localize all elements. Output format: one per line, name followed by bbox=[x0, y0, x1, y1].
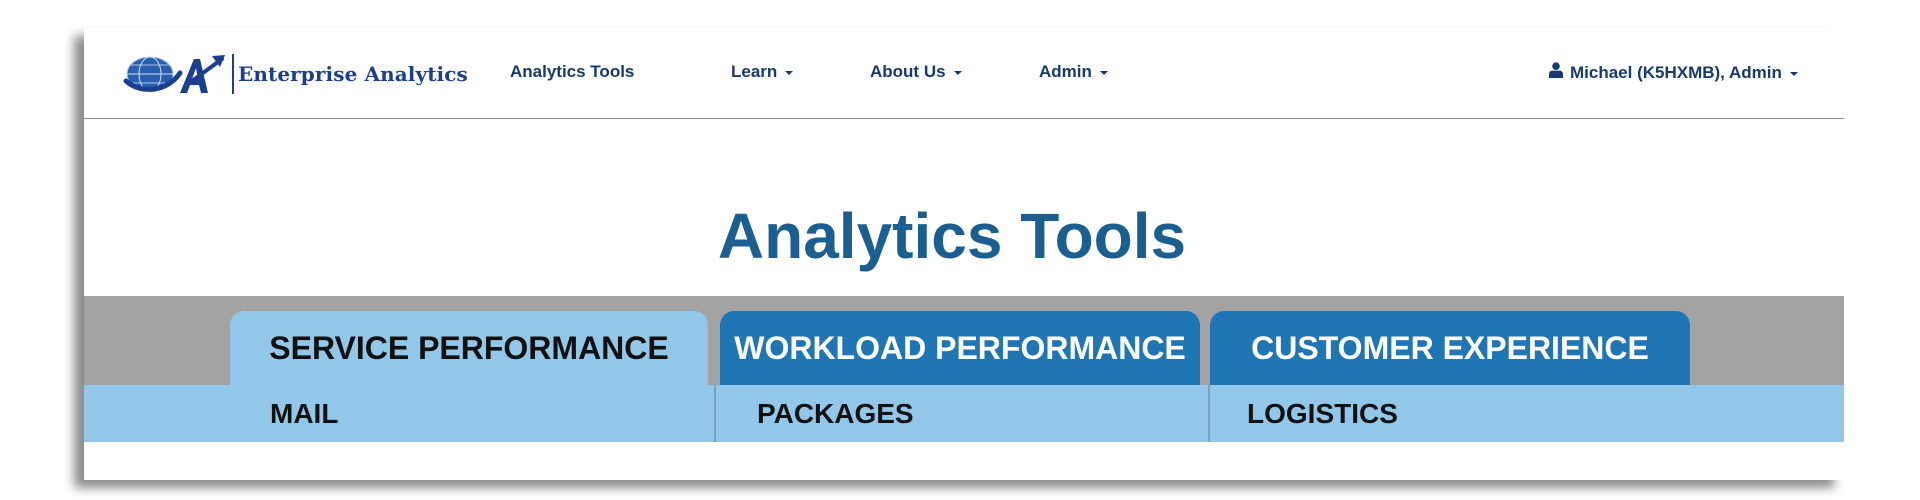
subnav-mail-label: MAIL bbox=[270, 397, 339, 429]
brand-divider bbox=[232, 54, 234, 94]
caret-down-icon bbox=[1099, 71, 1108, 75]
caret-down-icon bbox=[1789, 71, 1798, 76]
caret-down-icon bbox=[785, 71, 794, 75]
tab-workload-performance-label: WORKLOAD PERFORMANCE bbox=[734, 329, 1186, 366]
nav-learn-dropdown[interactable]: Learn bbox=[731, 62, 794, 82]
nav-analytics-tools-label: Analytics Tools bbox=[510, 62, 635, 81]
tab-customer-experience-label: CUSTOMER EXPERIENCE bbox=[1251, 329, 1649, 366]
nav-admin-dropdown[interactable]: Admin bbox=[1039, 62, 1108, 82]
nav-admin-label: Admin bbox=[1039, 62, 1092, 81]
tab-customer-experience[interactable]: CUSTOMER EXPERIENCE bbox=[1210, 311, 1690, 385]
subnav-logistics-label: LOGISTICS bbox=[1247, 397, 1398, 429]
nav-about-us-label: About Us bbox=[870, 62, 946, 81]
globe-arrow-logo-icon bbox=[123, 55, 225, 93]
nav-analytics-tools[interactable]: Analytics Tools bbox=[510, 62, 634, 82]
subnav-logistics[interactable]: LOGISTICS bbox=[1247, 385, 1398, 442]
category-tab-bar: SERVICE PERFORMANCE WORKLOAD PERFORMANCE… bbox=[84, 296, 1844, 385]
user-menu-dropdown[interactable]: Michael (K5HXMB), Admin bbox=[1549, 62, 1798, 83]
page-title: Analytics Tools bbox=[717, 200, 1187, 272]
subnav-divider bbox=[714, 385, 716, 442]
user-icon bbox=[1549, 62, 1563, 83]
nav-learn-label: Learn bbox=[731, 62, 778, 81]
brand-name: Enterprise Analytics bbox=[238, 62, 468, 86]
tab-service-performance[interactable]: SERVICE PERFORMANCE bbox=[230, 311, 708, 385]
subnav-packages[interactable]: PACKAGES bbox=[757, 385, 914, 442]
nav-about-us-dropdown[interactable]: About Us bbox=[870, 62, 962, 82]
subnav-mail[interactable]: MAIL bbox=[270, 385, 338, 442]
sub-navigation-bar: MAIL PACKAGES LOGISTICS bbox=[84, 385, 1844, 442]
brand-logo-link[interactable]: Enterprise Analytics bbox=[122, 51, 468, 97]
app-window: Enterprise Analytics Analytics Tools Lea… bbox=[84, 28, 1844, 480]
user-menu-label: Michael (K5HXMB), Admin bbox=[1570, 62, 1782, 82]
subnav-packages-label: PACKAGES bbox=[757, 397, 914, 429]
subnav-divider bbox=[1208, 385, 1210, 442]
tab-workload-performance[interactable]: WORKLOAD PERFORMANCE bbox=[720, 311, 1200, 385]
caret-down-icon bbox=[953, 71, 962, 75]
tab-service-performance-label: SERVICE PERFORMANCE bbox=[269, 329, 669, 366]
top-navbar: Enterprise Analytics Analytics Tools Lea… bbox=[84, 28, 1844, 119]
